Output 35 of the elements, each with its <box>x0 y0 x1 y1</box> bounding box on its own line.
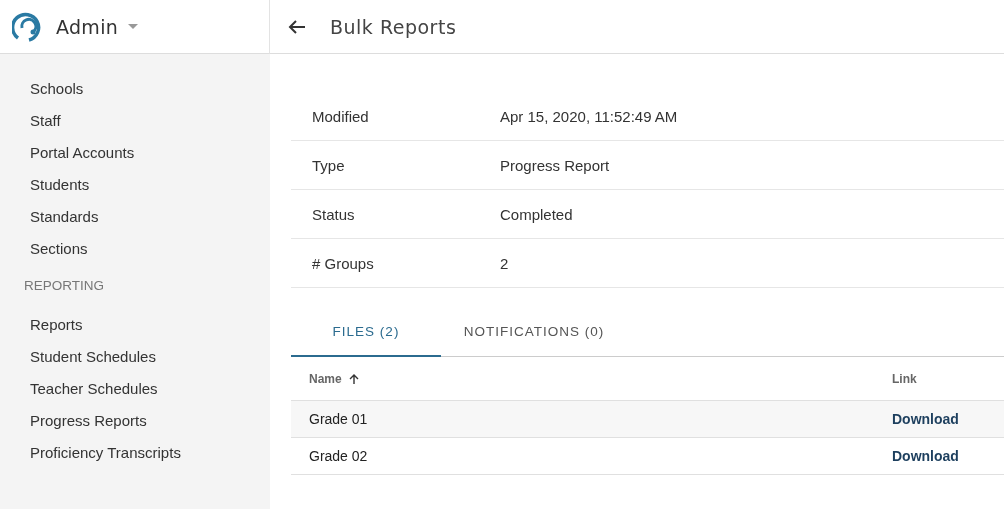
page-title: Bulk Reports <box>330 15 457 38</box>
sort-up-icon[interactable] <box>347 372 360 385</box>
table-row[interactable]: Grade 02 Download <box>291 438 1004 475</box>
sidebar-item[interactable]: Staff <box>0 104 61 136</box>
detail-label: Modified <box>312 107 370 125</box>
table-cell: Grade 01 <box>309 411 368 427</box>
sidebar-item[interactable]: Sections <box>0 232 88 264</box>
column-header[interactable]: Name <box>309 371 360 386</box>
app-title[interactable]: Admin <box>56 15 119 38</box>
download-link[interactable]: Download <box>892 411 959 427</box>
detail-value: Progress Report <box>500 156 611 174</box>
sidebar-item[interactable]: Teacher Schedules <box>0 372 158 404</box>
dropdown-caret-icon[interactable] <box>128 23 139 30</box>
sidebar-item[interactable]: Proficiency Transcripts <box>0 436 181 468</box>
detail-label: Status <box>312 205 356 223</box>
detail-label: Type <box>312 156 346 174</box>
tab[interactable]: FILES (2) <box>291 308 441 357</box>
sidebar-item[interactable]: Progress Reports <box>0 404 147 436</box>
detail-label: # Groups <box>312 254 375 272</box>
sidebar-item[interactable]: Schools <box>0 72 84 104</box>
column-header[interactable]: Link <box>892 371 917 386</box>
detail-value: 2 <box>500 254 510 272</box>
back-arrow-icon[interactable] <box>288 18 306 35</box>
detail-value: Apr 15, 2020, 11:52:49 AM <box>500 107 679 125</box>
tab[interactable]: NOTIFICATIONS (0) <box>441 308 627 357</box>
sidebar-item[interactable]: Student Schedules <box>0 340 156 372</box>
table-cell: Grade 02 <box>309 448 368 464</box>
sidebar-item[interactable]: Students <box>0 168 90 200</box>
download-link[interactable]: Download <box>892 448 959 464</box>
detail-value: Completed <box>500 205 574 223</box>
sidebar-heading: REPORTING <box>23 276 104 295</box>
sidebar-item[interactable]: Reports <box>0 308 83 340</box>
sidebar-item[interactable]: Portal Accounts <box>0 136 135 168</box>
table-row[interactable]: Grade 01 Download <box>291 401 1004 438</box>
sidebar-item[interactable]: Standards <box>0 200 99 232</box>
